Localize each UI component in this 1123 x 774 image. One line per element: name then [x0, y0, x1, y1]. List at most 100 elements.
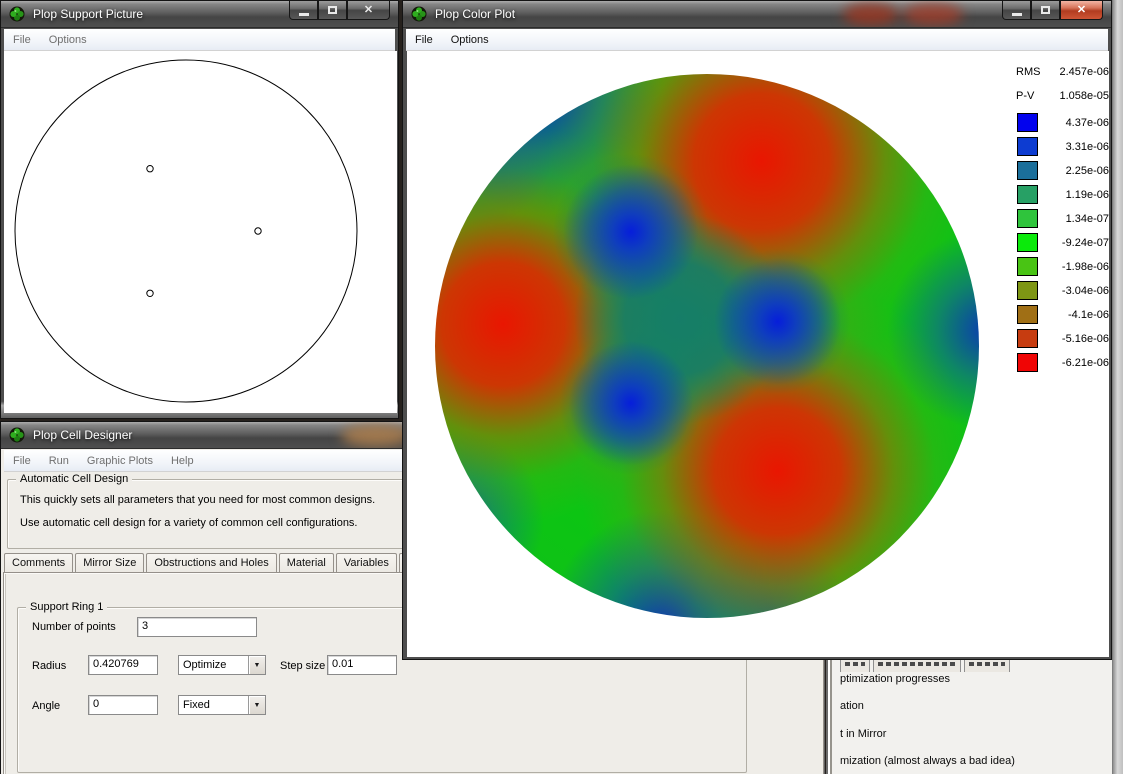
cell-designer-tab-strip: Comments Mirror Size Obstructions and Hole…: [4, 553, 463, 573]
legend-row: 2.25e-06: [1017, 161, 1109, 180]
legend-row: 1.34e-07: [1017, 209, 1109, 228]
support-picture-menubar: File Options: [4, 29, 395, 51]
color-plot-title-bar[interactable]: Plop Color Plot ✕: [403, 1, 1111, 28]
glass-reflection: [341, 424, 411, 447]
menu-item-options[interactable]: Options: [442, 30, 498, 50]
close-button[interactable]: ✕: [1060, 1, 1103, 20]
step-size-field[interactable]: 0.01: [327, 655, 397, 675]
auto-design-description-1: This quickly sets all parameters that yo…: [20, 494, 376, 506]
legend-value: -3.04e-06: [1061, 284, 1109, 297]
background-window-scrollbar[interactable]: [1112, 0, 1123, 774]
tab-obstructions-and-holes[interactable]: Obstructions and Holes: [146, 553, 277, 573]
support-point: [254, 227, 262, 235]
mirror-outline: [14, 59, 358, 403]
close-button[interactable]: ✕: [347, 1, 390, 20]
background-text-line: ptimization progresses: [840, 673, 951, 685]
number-of-points-field[interactable]: 3: [137, 617, 257, 637]
legend-color-swatch: [1017, 353, 1038, 372]
color-plot-menubar: File Options: [406, 29, 1108, 51]
color-scale-legend: 4.37e-06 3.31e-06 2.25e-06 1.19e-06 1.34e-07…: [1017, 113, 1109, 372]
glass-reflection: [843, 3, 898, 26]
legend-color-swatch: [1017, 185, 1038, 204]
auto-design-description-2: Use automatic cell design for a variety …: [20, 517, 358, 529]
legend-color-swatch: [1017, 257, 1038, 276]
window-title: Plop Support Picture: [33, 7, 144, 21]
legend-value: 4.37e-06: [1065, 116, 1109, 129]
background-text-line: ation: [840, 700, 864, 712]
legend-value: -6.21e-06: [1061, 356, 1109, 369]
legend-row: 3.31e-06: [1017, 137, 1109, 156]
legend-value: 3.31e-06: [1065, 140, 1109, 153]
tab-comments[interactable]: Comments: [4, 553, 74, 573]
group-title: Automatic Cell Design: [16, 473, 133, 485]
background-text-line: mization (almost always a bad idea): [840, 755, 1015, 767]
menu-item-file[interactable]: File: [4, 30, 40, 50]
pv-value: 1.058e-05: [1059, 90, 1109, 102]
menu-item-options[interactable]: Options: [40, 30, 96, 50]
maximize-button[interactable]: [318, 1, 347, 20]
radius-label: Radius: [32, 660, 67, 672]
legend-color-swatch: [1017, 113, 1038, 132]
support-point: [146, 289, 154, 298]
window-title: Plop Cell Designer: [33, 428, 133, 442]
glass-reflection: [903, 3, 963, 26]
rms-value: 2.457e-06: [1059, 66, 1109, 78]
menu-item-run[interactable]: Run: [40, 451, 78, 471]
support-point: [146, 165, 154, 173]
legend-value: 2.25e-06: [1065, 164, 1109, 177]
menu-item-file[interactable]: File: [406, 30, 442, 50]
legend-row: 4.37e-06: [1017, 113, 1109, 132]
menu-item-graphic-plots[interactable]: Graphic Plots: [78, 451, 162, 471]
legend-color-swatch: [1017, 137, 1038, 156]
legend-row: -1.98e-06: [1017, 257, 1109, 276]
legend-value: 1.34e-07: [1065, 212, 1109, 225]
legend-row: 1.19e-06: [1017, 185, 1109, 204]
dropdown-arrow-icon[interactable]: ▼: [248, 656, 265, 674]
plop-clover-icon: [9, 6, 25, 22]
mirror-deformation-plot: [435, 74, 979, 618]
legend-color-swatch: [1017, 281, 1038, 300]
support-picture-canvas: [4, 51, 397, 413]
minimize-button[interactable]: [1002, 1, 1031, 20]
tab-variables[interactable]: Variables: [335, 553, 397, 573]
radius-mode-dropdown[interactable]: Optimize ▼: [178, 655, 266, 675]
legend-value: -5.16e-06: [1061, 332, 1109, 345]
rms-label: RMS: [1016, 66, 1041, 78]
legend-color-swatch: [1017, 329, 1038, 348]
number-of-points-label: Number of points: [32, 621, 116, 633]
legend-color-swatch: [1017, 233, 1038, 252]
minimize-button[interactable]: [289, 1, 318, 20]
color-plot-canvas: RMS 2.457e-06 P-V 1.058e-05 4.37e-06 3.31…: [407, 51, 1109, 657]
plop-clover-icon: [9, 427, 25, 443]
legend-row: -4.1e-06: [1017, 305, 1109, 324]
legend-value: -1.98e-06: [1061, 260, 1109, 273]
menu-item-file[interactable]: File: [4, 451, 40, 471]
legend-row: -9.24e-07: [1017, 233, 1109, 252]
pv-label: P-V: [1016, 90, 1035, 102]
support-picture-window: Plop Support Picture ✕ File Options: [0, 0, 399, 419]
menu-item-help[interactable]: Help: [162, 451, 203, 471]
color-plot-window: Plop Color Plot ✕ File Options RMS 2.457e…: [402, 0, 1112, 660]
legend-row: -6.21e-06: [1017, 353, 1109, 372]
legend-color-swatch: [1017, 305, 1038, 324]
legend-color-swatch: [1017, 209, 1038, 228]
tab-material[interactable]: Material: [278, 553, 334, 573]
window-title: Plop Color Plot: [435, 7, 516, 21]
legend-row: -3.04e-06: [1017, 281, 1109, 300]
legend-value: -9.24e-07: [1061, 236, 1109, 249]
radius-field[interactable]: 0.420769: [88, 655, 158, 675]
support-picture-title-bar[interactable]: Plop Support Picture ✕: [1, 1, 398, 28]
dropdown-arrow-icon[interactable]: ▼: [248, 696, 265, 714]
angle-label: Angle: [32, 700, 61, 712]
background-text-line: t in Mirror: [840, 728, 887, 740]
angle-field[interactable]: 0: [88, 695, 158, 715]
group-title: Support Ring 1: [26, 601, 108, 613]
plop-clover-icon: [411, 6, 427, 22]
step-size-label: Step size: [280, 660, 326, 672]
legend-value: 1.19e-06: [1065, 188, 1109, 201]
angle-mode-dropdown[interactable]: Fixed ▼: [178, 695, 266, 715]
legend-row: -5.16e-06: [1017, 329, 1109, 348]
maximize-button[interactable]: [1031, 1, 1060, 20]
tab-mirror-size[interactable]: Mirror Size: [75, 553, 145, 573]
legend-color-swatch: [1017, 161, 1038, 180]
